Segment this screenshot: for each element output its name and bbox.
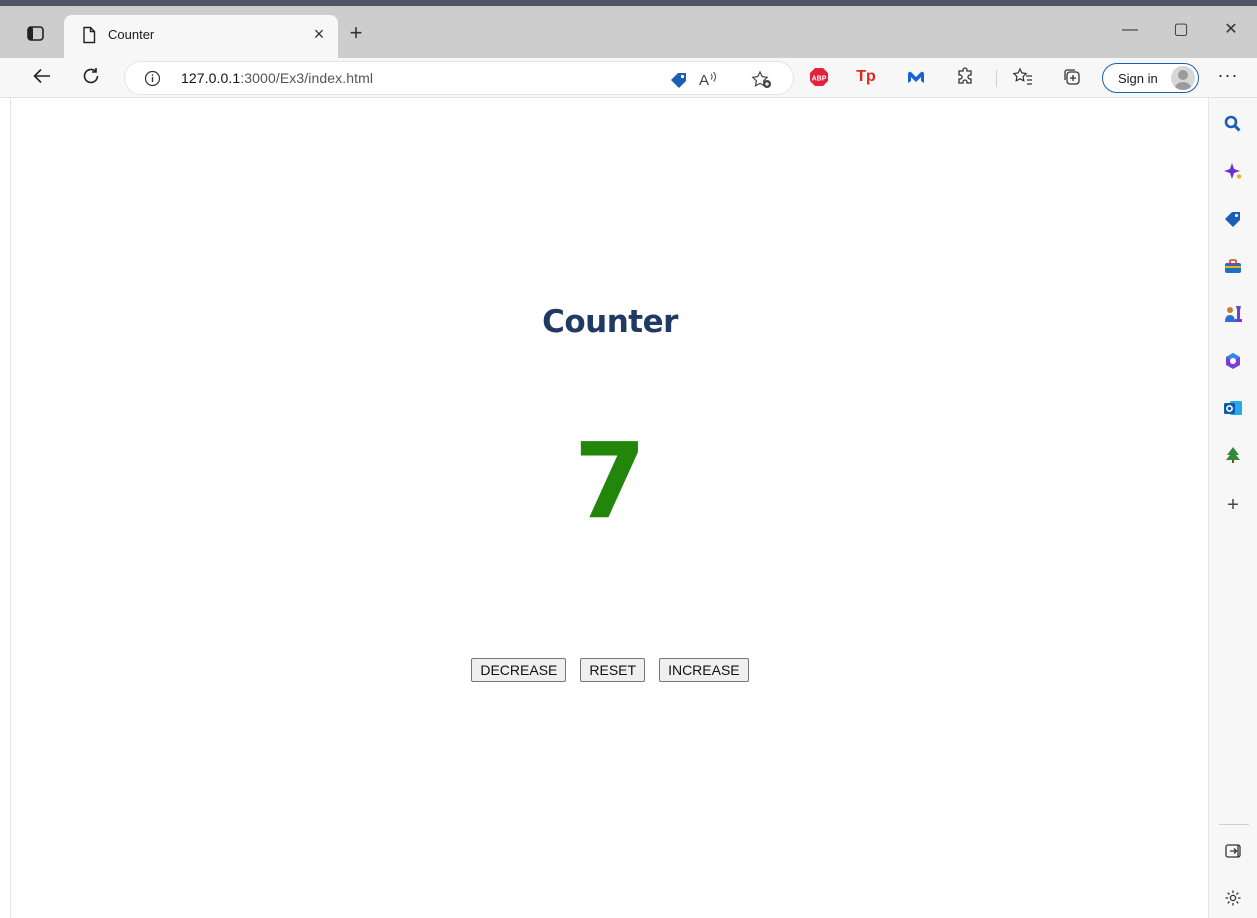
sign-in-button[interactable]: Sign in	[1102, 63, 1199, 93]
reset-button[interactable]: RESET	[580, 658, 646, 682]
tab-actions-icon[interactable]	[26, 25, 46, 43]
shopping-tag-icon[interactable]	[668, 70, 690, 90]
counter-controls: DECREASE RESET INCREASE	[11, 658, 1209, 682]
site-info-icon[interactable]	[144, 70, 161, 87]
increase-button[interactable]: INCREASE	[659, 658, 749, 682]
url-text[interactable]: 127.0.0.1:3000/Ex3/index.html	[181, 70, 373, 86]
page-title: Counter	[542, 304, 678, 340]
title-bar: Counter × + — ▢ ✕	[0, 0, 1257, 58]
favorites-icon[interactable]	[1012, 66, 1034, 88]
adblock-icon[interactable]: ABP	[808, 66, 830, 88]
sidebar-settings-icon[interactable]	[1223, 889, 1243, 909]
games-icon[interactable]	[1223, 304, 1243, 324]
new-tab-button[interactable]: +	[346, 22, 366, 46]
browser-toolbar: 127.0.0.1:3000/Ex3/index.html A ABP Tp S…	[0, 58, 1257, 98]
maximize-button[interactable]: ▢	[1168, 18, 1194, 44]
search-icon[interactable]	[1223, 114, 1243, 134]
page-viewport: Counter 7 DECREASE RESET INCREASE	[10, 98, 1208, 918]
hide-sidebar-icon[interactable]	[1223, 842, 1243, 862]
extensions-icon[interactable]	[955, 66, 977, 88]
svg-text:A: A	[699, 72, 709, 89]
settings-more-button[interactable]: ···	[1216, 66, 1240, 88]
refresh-icon	[83, 68, 99, 84]
refresh-button[interactable]	[78, 65, 104, 91]
add-sidebar-app-icon[interactable]: +	[1223, 495, 1243, 515]
url-path: :3000/Ex3/index.html	[240, 70, 374, 86]
tp-extension-label: Tp	[856, 68, 876, 85]
back-arrow-icon	[33, 68, 50, 84]
minimize-button[interactable]: —	[1117, 18, 1143, 44]
svg-text:ABP: ABP	[812, 76, 827, 83]
sidebar-divider	[1219, 824, 1249, 825]
decrease-button[interactable]: DECREASE	[471, 658, 567, 682]
edge-sidebar: +	[1208, 98, 1257, 918]
tab-title: Counter	[108, 27, 155, 42]
window-accent	[0, 0, 1257, 6]
address-bar[interactable]: 127.0.0.1:3000/Ex3/index.html A	[124, 61, 794, 95]
toolbar-separator	[996, 70, 997, 87]
read-aloud-icon[interactable]: A	[697, 70, 719, 90]
counter-value: 7	[573, 420, 647, 542]
tree-icon[interactable]	[1223, 445, 1243, 465]
microsoft-365-icon[interactable]	[1223, 351, 1243, 371]
outlook-icon[interactable]	[1223, 398, 1243, 418]
copilot-icon[interactable]	[1223, 161, 1243, 181]
close-window-button[interactable]: ✕	[1218, 18, 1244, 44]
tools-icon[interactable]	[1223, 256, 1243, 276]
malwarebytes-icon[interactable]	[905, 66, 927, 88]
shopping-icon[interactable]	[1223, 209, 1243, 229]
url-host: 127.0.0.1	[181, 70, 241, 86]
add-favorite-icon[interactable]	[751, 70, 773, 90]
collections-icon[interactable]	[1061, 66, 1083, 88]
sign-in-label: Sign in	[1118, 71, 1158, 86]
tp-extension-icon[interactable]: Tp	[855, 66, 877, 88]
page-icon	[81, 26, 97, 44]
back-button[interactable]	[29, 65, 55, 91]
avatar-icon	[1171, 66, 1195, 90]
close-tab-icon[interactable]: ×	[310, 23, 328, 45]
tab-active[interactable]: Counter ×	[64, 15, 338, 58]
